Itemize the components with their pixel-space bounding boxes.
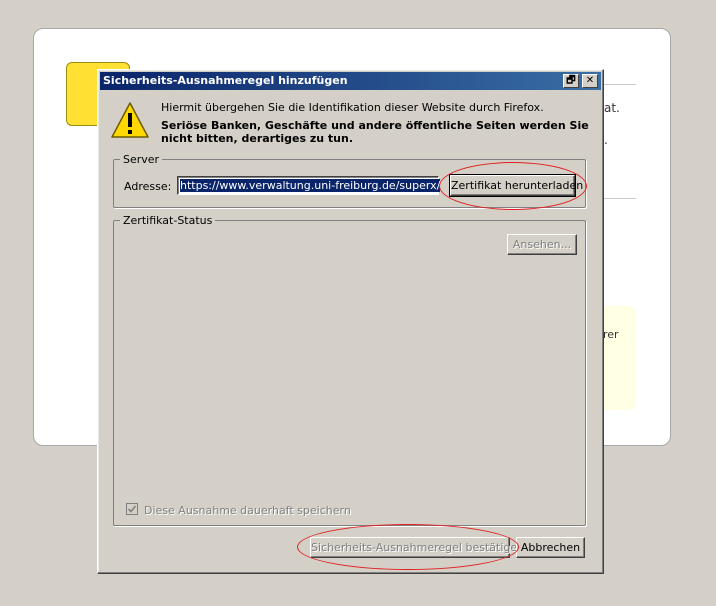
checkmark-icon bbox=[127, 505, 137, 513]
background-divider bbox=[600, 84, 636, 85]
background-text-fragment: rer bbox=[603, 328, 619, 341]
permanent-exception-checkbox[interactable] bbox=[126, 503, 138, 515]
dialog-title: Sicherheits-Ausnahmeregel hinzufügen bbox=[103, 74, 348, 87]
info-message: Hiermit übergehen Sie die Identifikation… bbox=[161, 101, 544, 114]
add-security-exception-dialog: Sicherheits-Ausnahmeregel hinzufügen 🗗 ✕… bbox=[97, 69, 604, 574]
restore-icon: 🗗 bbox=[566, 75, 576, 86]
confirm-exception-button[interactable]: Sicherheits-Ausnahmeregel bestätigen bbox=[310, 537, 524, 558]
restore-button[interactable]: 🗗 bbox=[563, 74, 579, 88]
cancel-button[interactable]: Abbrechen bbox=[516, 537, 585, 558]
warning-message: Seriöse Banken, Geschäfte und andere öff… bbox=[161, 119, 589, 145]
dialog-titlebar[interactable]: Sicherheits-Ausnahmeregel hinzufügen 🗗 ✕ bbox=[100, 72, 601, 90]
close-icon: ✕ bbox=[585, 75, 595, 86]
warning-icon bbox=[111, 102, 149, 138]
certificate-status-group: Zertifikat-Status bbox=[113, 214, 586, 526]
address-label: Adresse: bbox=[124, 180, 172, 193]
background-text-fragment: . bbox=[604, 133, 608, 147]
address-input[interactable]: https://www.verwaltung.uni-freiburg.de/s… bbox=[177, 176, 441, 195]
address-value: https://www.verwaltung.uni-freiburg.de/s… bbox=[180, 179, 441, 192]
close-button[interactable]: ✕ bbox=[582, 74, 598, 88]
background-info-box bbox=[600, 306, 636, 410]
background-text-fragment: at. bbox=[604, 101, 620, 115]
certificate-status-legend: Zertifikat-Status bbox=[123, 214, 213, 227]
server-legend: Server bbox=[123, 153, 160, 166]
background-divider bbox=[600, 198, 636, 199]
download-certificate-button[interactable]: Zertifikat herunterladen bbox=[449, 174, 583, 197]
view-certificate-button[interactable]: Ansehen... bbox=[507, 234, 577, 255]
permanent-exception-label: Diese Ausnahme dauerhaft speichern bbox=[144, 504, 351, 517]
